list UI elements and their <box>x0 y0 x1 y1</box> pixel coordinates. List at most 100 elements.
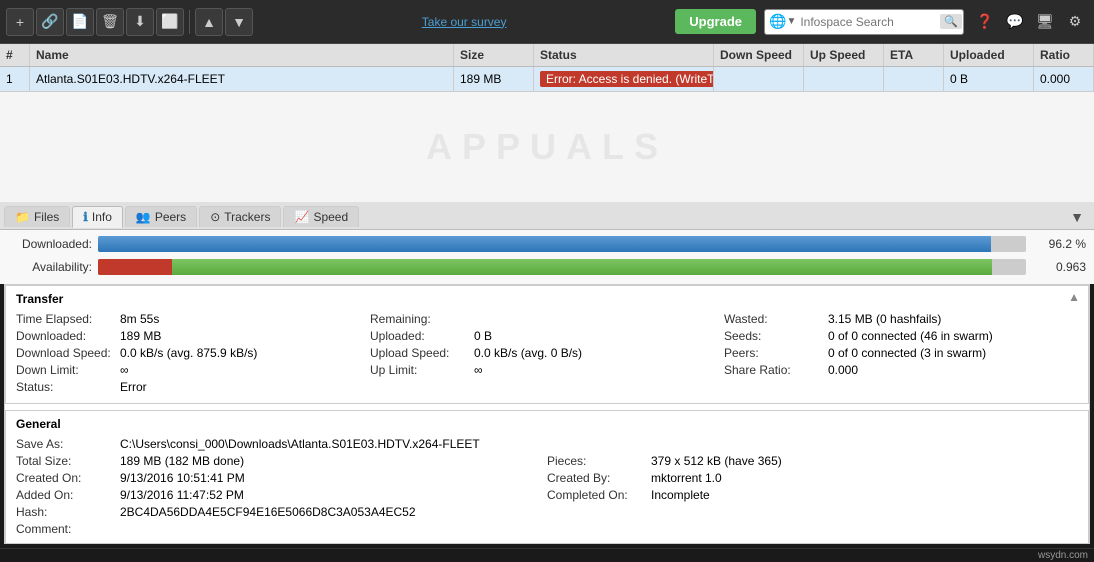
cell-num: 1 <box>0 67 30 91</box>
col-up-speed: Up Speed <box>804 44 884 66</box>
peers-val: 0 of 0 connected (3 in swarm) <box>828 346 986 360</box>
down-button[interactable]: ▼ <box>225 8 253 36</box>
comment-key: Comment: <box>16 522 116 536</box>
downloaded-bar-fill <box>98 236 991 252</box>
status-badge: Error: Access is denied. (WriteToDisk) <box>540 71 714 87</box>
torrent-empty-area: APPUALS <box>0 92 1094 202</box>
torrent-section: # Name Size Status Down Speed Up Speed E… <box>0 44 1094 202</box>
up-limit-key: Up Limit: <box>370 363 470 377</box>
transfer-col-right: Wasted: 3.15 MB (0 hashfails) Seeds: 0 o… <box>724 312 1078 397</box>
watermark: APPUALS <box>426 126 668 168</box>
downloaded-val: 189 MB <box>120 329 161 343</box>
footer-bar: wsydn.com <box>0 548 1094 562</box>
cell-up-speed <box>804 67 884 91</box>
col-num: # <box>0 44 30 66</box>
uploaded-val: 0 B <box>474 329 492 343</box>
created-by-pair: Created By: mktorrent 1.0 <box>547 471 1078 485</box>
trackers-icon: ⊙ <box>210 210 220 224</box>
transfer-section: ▲ Transfer Time Elapsed: 8m 55s Download… <box>5 285 1089 404</box>
save-as-val: C:\Users\consi_000\Downloads\Atlanta.S01… <box>120 437 480 451</box>
downloaded-progress-row: Downloaded: 96.2 % <box>8 234 1086 254</box>
wasted-val: 3.15 MB (0 hashfails) <box>828 312 941 326</box>
peers-pair: Peers: 0 of 0 connected (3 in swarm) <box>724 346 1078 360</box>
settings-icon[interactable]: ⚙ <box>1062 9 1088 35</box>
col-ratio: Ratio <box>1034 44 1094 66</box>
right-icons: ❓ 💬 🖥 ⚙ <box>972 9 1088 35</box>
remaining-pair: Remaining: <box>370 312 724 326</box>
downloaded-label: Downloaded: <box>8 237 98 251</box>
info-icon: ℹ <box>83 210 88 224</box>
survey-link[interactable]: Take our survey <box>255 15 673 29</box>
browser-icon: 🌐 <box>769 13 786 30</box>
down-limit-pair: Down Limit: ∞ <box>16 363 370 377</box>
added-on-val: 9/13/2016 11:47:52 PM <box>120 488 244 502</box>
availability-bar-red <box>98 259 172 275</box>
remove-button[interactable]: 🗑 <box>96 8 124 36</box>
add-button[interactable]: + <box>6 8 34 36</box>
tab-speed-label: Speed <box>313 210 348 224</box>
status-key: Status: <box>16 380 116 394</box>
download-button[interactable]: ⬇ <box>126 8 154 36</box>
peers-key: Peers: <box>724 346 824 360</box>
tab-files[interactable]: 📁 Files <box>4 206 70 227</box>
down-limit-key: Down Limit: <box>16 363 116 377</box>
transfer-col-left: Time Elapsed: 8m 55s Downloaded: 189 MB … <box>16 312 370 397</box>
stop-button[interactable]: ⬜ <box>156 8 184 36</box>
transfer-scroll-handle[interactable]: ▲ <box>1068 290 1080 304</box>
toolbar: + 🔗 📄 🗑 ⬇ ⬜ ▲ ▼ Take our survey Upgrade … <box>0 0 1094 44</box>
status-val: Error <box>120 380 147 394</box>
cell-name: Atlanta.S01E03.HDTV.x264-FLEET <box>30 67 454 91</box>
upgrade-button[interactable]: Upgrade <box>675 9 756 34</box>
transfer-title: Transfer <box>16 292 1078 306</box>
dl-speed-val: 0.0 kB/s (avg. 875.9 kB/s) <box>120 346 257 360</box>
tab-info-label: Info <box>92 210 112 224</box>
general-title: General <box>16 417 1078 431</box>
tabs-expand-button[interactable]: ▼ <box>1064 207 1090 227</box>
time-elapsed-pair: Time Elapsed: 8m 55s <box>16 312 370 326</box>
completed-on-pair: Completed On: Incomplete <box>547 488 1078 502</box>
hash-pair: Hash: 2BC4DA56DDA4E5CF94E16E5066D8C3A053… <box>16 505 547 519</box>
pieces-val: 379 x 512 kB (have 365) <box>651 454 782 468</box>
cell-down-speed <box>714 67 804 91</box>
save-as-key: Save As: <box>16 437 116 451</box>
help-icon[interactable]: ❓ <box>972 9 998 35</box>
cell-ratio: 0.000 <box>1034 67 1094 91</box>
cell-status: Error: Access is denied. (WriteToDisk) <box>534 67 714 91</box>
monitor-icon[interactable]: 🖥 <box>1032 9 1058 35</box>
share-ratio-key: Share Ratio: <box>724 363 824 377</box>
uploaded-key: Uploaded: <box>370 329 470 343</box>
cell-eta <box>884 67 944 91</box>
downloaded-value: 96.2 % <box>1026 237 1086 251</box>
up-button[interactable]: ▲ <box>195 8 223 36</box>
add-file-button[interactable]: 📄 <box>66 8 94 36</box>
created-on-val: 9/13/2016 10:51:41 PM <box>120 471 245 485</box>
dropdown-icon[interactable]: ▼ <box>786 16 796 27</box>
availability-progress-row: Availability: 0.963 <box>8 257 1086 277</box>
search-button[interactable]: 🔍 <box>940 14 962 29</box>
tab-trackers[interactable]: ⊙ Trackers <box>199 206 281 227</box>
tab-info[interactable]: ℹ Info <box>72 206 123 228</box>
seeds-pair: Seeds: 0 of 0 connected (46 in swarm) <box>724 329 1078 343</box>
chat-icon[interactable]: 💬 <box>1002 9 1028 35</box>
search-input[interactable] <box>800 15 940 29</box>
tab-speed[interactable]: 📈 Speed <box>283 206 359 227</box>
info-panel: ▲ Transfer Time Elapsed: 8m 55s Download… <box>4 284 1090 544</box>
ul-speed-key: Upload Speed: <box>370 346 470 360</box>
up-limit-val: ∞ <box>474 363 483 377</box>
separator <box>189 10 190 34</box>
bottom-section: 📁 Files ℹ Info 👥 Peers ⊙ Trackers 📈 Spee… <box>0 202 1094 548</box>
created-by-key: Created By: <box>547 471 647 485</box>
availability-label: Availability: <box>8 260 98 274</box>
down-limit-val: ∞ <box>120 363 129 377</box>
general-two-col: Total Size: 189 MB (182 MB done) Created… <box>16 454 1078 539</box>
comment-pair: Comment: <box>16 522 547 536</box>
tab-peers[interactable]: 👥 Peers <box>125 206 197 227</box>
col-eta: ETA <box>884 44 944 66</box>
wasted-key: Wasted: <box>724 312 824 326</box>
table-row[interactable]: 1 Atlanta.S01E03.HDTV.x264-FLEET 189 MB … <box>0 67 1094 92</box>
dl-speed-pair: Download Speed: 0.0 kB/s (avg. 875.9 kB/… <box>16 346 370 360</box>
add-link-button[interactable]: 🔗 <box>36 8 64 36</box>
availability-bar-green <box>98 259 992 275</box>
ul-speed-val: 0.0 kB/s (avg. 0 B/s) <box>474 346 582 360</box>
seeds-val: 0 of 0 connected (46 in swarm) <box>828 329 993 343</box>
